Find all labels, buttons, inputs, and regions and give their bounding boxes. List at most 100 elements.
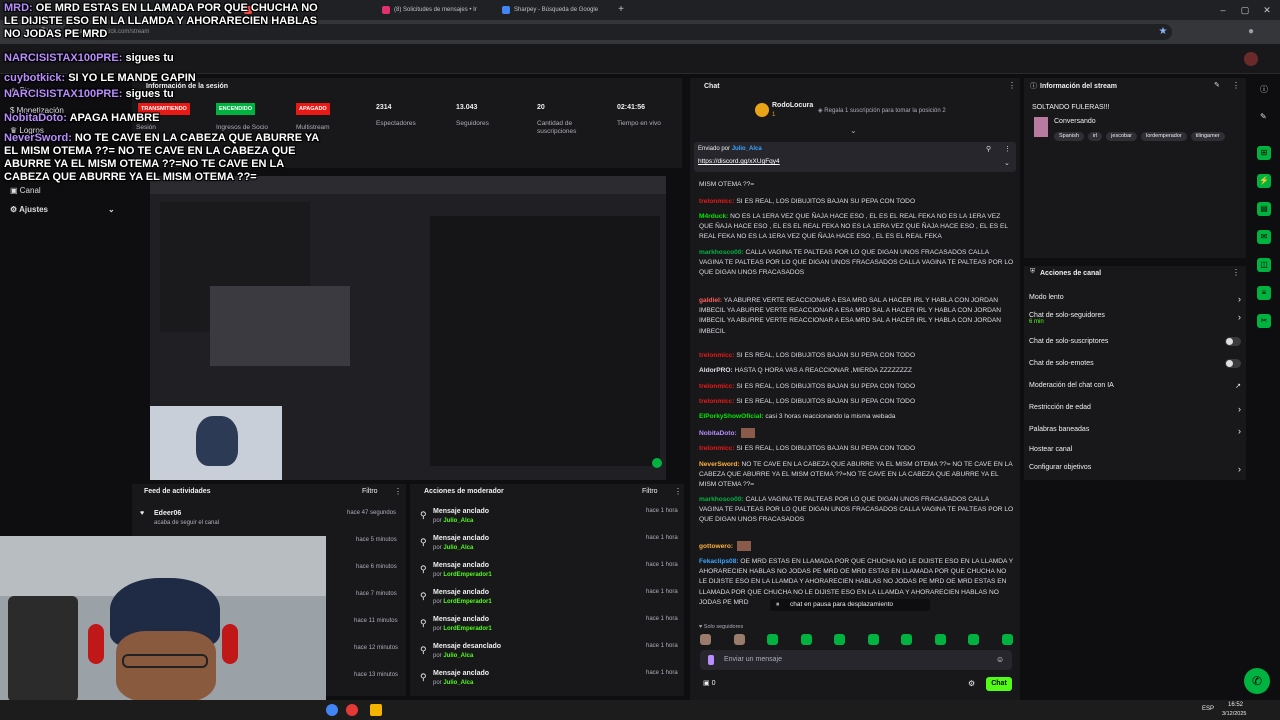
mod-username[interactable]: LordEmperador1 xyxy=(443,572,491,578)
channel-action-item[interactable]: Hostear canal xyxy=(1029,446,1241,453)
rail-chat-icon[interactable]: ✉ xyxy=(1257,230,1271,244)
rail-lightning-icon[interactable]: ⚡ xyxy=(1257,174,1271,188)
emote-button-icon[interactable] xyxy=(867,634,879,645)
channel-action-item[interactable]: Chat de solo-suscriptores xyxy=(1029,337,1241,346)
stream-tag[interactable]: Spanish xyxy=(1054,132,1084,141)
rail-tools-icon[interactable]: ✂ xyxy=(1257,314,1271,328)
folder-app-icon[interactable] xyxy=(370,704,382,716)
chat-username[interactable]: galdiel: xyxy=(699,297,722,304)
stream-title: SOLTANDO FULERAS!!! xyxy=(1032,104,1110,111)
close-window-button[interactable]: ✕ xyxy=(1256,0,1278,20)
chat-paused-banner[interactable]: ⏸ chat en pausa para desplazamiento xyxy=(770,599,930,611)
chat-username[interactable]: markhosco00: xyxy=(699,249,744,256)
more-options-icon[interactable]: ⋮ xyxy=(1004,145,1011,153)
chat-username[interactable]: Fekaclips08: xyxy=(699,558,739,565)
emote-button-icon[interactable] xyxy=(934,634,946,645)
gifter-name[interactable]: RodoLocura xyxy=(772,102,813,109)
overlay-username: NARCISISTAX100PRE: xyxy=(4,88,123,100)
mod-filter-button[interactable]: Filtro xyxy=(642,488,658,495)
chat-username[interactable]: trelonmicc: xyxy=(699,198,735,205)
help-bubble-icon[interactable]: ✆ xyxy=(1244,668,1270,694)
channel-action-item[interactable]: Modo lento › xyxy=(1029,294,1241,304)
stream-tag[interactable]: irl xyxy=(1087,132,1103,141)
browser-tab[interactable]: Sharpey - Búsqueda de Google xyxy=(498,2,618,18)
chrome-app-icon[interactable] xyxy=(326,704,338,716)
minimize-button[interactable]: – xyxy=(1212,0,1234,20)
chat-username[interactable]: markhosco00: xyxy=(699,496,744,503)
channel-action-item[interactable]: Chat de solo-emotes xyxy=(1029,359,1241,368)
emoji-icon[interactable]: ☺ xyxy=(996,655,1004,664)
chat-input[interactable]: Enviar un mensaje ☺ xyxy=(700,650,1012,670)
emote-button-icon[interactable] xyxy=(834,634,845,645)
chat-username[interactable]: trelonmicc: xyxy=(699,398,735,405)
new-tab-button[interactable]: + xyxy=(614,2,628,18)
edit-pencil-icon[interactable]: ✎ xyxy=(1214,81,1220,89)
chat-username[interactable]: trelonmicc: xyxy=(699,352,735,359)
rail-media-icon[interactable]: ◫ xyxy=(1257,258,1271,272)
pinned-link[interactable]: https://discord.gg/xXUgFqy4 xyxy=(698,158,780,165)
sidebar-item-settings[interactable]: ⚙ Ajustes ⌄ xyxy=(10,205,115,214)
chat-message: gottowero: xyxy=(699,541,1014,552)
toggle-switch[interactable] xyxy=(1225,337,1241,346)
more-options-icon[interactable]: ⋮ xyxy=(1232,81,1240,90)
pin-icon[interactable]: ⚲ xyxy=(986,145,991,153)
rail-document-icon[interactable]: ▤ xyxy=(1257,202,1271,216)
channel-action-item[interactable]: Palabras baneadas › xyxy=(1029,426,1241,436)
emote-button-icon[interactable] xyxy=(800,634,812,645)
emote-button-icon[interactable] xyxy=(700,634,711,645)
stream-tag[interactable]: jescobar xyxy=(1106,132,1137,141)
mod-username[interactable]: Julio_Alca xyxy=(443,545,473,551)
stream-tag[interactable]: lordemperador xyxy=(1140,132,1187,141)
chat-username[interactable]: M4rduck: xyxy=(699,213,728,220)
more-options-icon[interactable]: ⋮ xyxy=(1232,268,1240,277)
chat-username[interactable]: gottowero: xyxy=(699,543,733,550)
user-avatar[interactable] xyxy=(1244,52,1258,66)
edit-pencil-icon[interactable]: ✎ xyxy=(1260,112,1267,121)
chevron-down-icon[interactable]: ⌄ xyxy=(1004,159,1010,167)
maximize-button[interactable]: ▢ xyxy=(1234,0,1256,20)
channel-action-item[interactable]: Configurar objetivos › xyxy=(1029,464,1241,474)
feed-user[interactable]: Edeer06 xyxy=(154,510,181,517)
chat-username[interactable]: trelonmicc: xyxy=(699,445,735,452)
chat-username[interactable]: ElPorkyShowOficial: xyxy=(699,413,764,420)
chevron-down-icon[interactable]: ⌄ xyxy=(850,126,857,135)
stream-tag[interactable]: tilingamer xyxy=(1190,132,1225,141)
info-icon[interactable]: ⓘ xyxy=(1260,84,1268,95)
more-options-icon[interactable]: ⋮ xyxy=(1008,81,1016,90)
more-options-icon[interactable]: ⋮ xyxy=(394,487,402,496)
profile-avatar-icon[interactable]: ● xyxy=(1244,24,1258,40)
send-chat-button[interactable]: Chat xyxy=(986,677,1012,691)
mod-username[interactable]: LordEmperador1 xyxy=(443,626,491,632)
channel-action-item[interactable]: Moderación del chat con IA ↗ xyxy=(1029,382,1241,390)
rail-list-icon[interactable]: ≡ xyxy=(1257,286,1271,300)
mod-username[interactable]: Julio_Alca xyxy=(443,518,473,524)
feed-filter-button[interactable]: Filtro xyxy=(362,488,378,495)
stream-preview[interactable] xyxy=(150,176,666,480)
emote-button-icon[interactable] xyxy=(1001,634,1013,645)
more-options-icon[interactable]: ⋮ xyxy=(674,487,682,496)
obs-app-icon[interactable] xyxy=(346,704,358,716)
gift-subscription-promo[interactable]: ◈ Regala 1 suscripción para tomar la pos… xyxy=(818,107,946,114)
chat-settings-gear-icon[interactable]: ⚙ xyxy=(968,679,975,688)
stream-category[interactable]: Conversando xyxy=(1054,118,1096,125)
pinned-user[interactable]: Julio_Alca xyxy=(732,146,762,152)
channel-points[interactable]: ▣ 0 xyxy=(703,679,715,687)
emote-button-icon[interactable] xyxy=(901,634,912,645)
emote-button-icon[interactable] xyxy=(733,634,745,645)
input-language[interactable]: ESP xyxy=(1202,706,1214,712)
chat-username[interactable]: AldorPRO: xyxy=(699,367,733,374)
mod-username[interactable]: Julio_Alca xyxy=(443,653,473,659)
bookmark-star-icon[interactable]: ★ xyxy=(1156,24,1170,40)
channel-action-item[interactable]: Restricción de edad › xyxy=(1029,404,1241,414)
toggle-switch[interactable] xyxy=(1225,359,1241,368)
rail-moderation-icon[interactable]: ⊞ xyxy=(1257,146,1271,160)
emote-button-icon[interactable] xyxy=(767,634,778,645)
mod-username[interactable]: LordEmperador1 xyxy=(443,599,491,605)
chat-username[interactable]: NobitaDoto: xyxy=(699,430,737,437)
mod-username[interactable]: Julio_Alca xyxy=(443,680,473,686)
chat-username[interactable]: NeverSword: xyxy=(699,461,740,468)
browser-tab[interactable]: (8) Solicitudes de mensajes • Ir xyxy=(378,2,496,18)
emote-button-icon[interactable] xyxy=(968,634,979,645)
channel-action-item[interactable]: Chat de solo-seguidores 6 min › xyxy=(1029,312,1241,325)
chat-username[interactable]: trelonmicc: xyxy=(699,383,735,390)
